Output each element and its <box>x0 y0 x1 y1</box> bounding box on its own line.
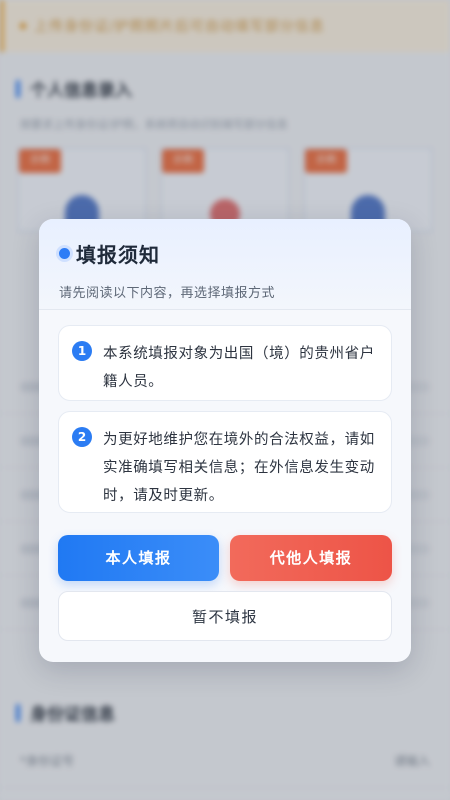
dialog-title: 填报须知 <box>76 243 160 267</box>
proxy-report-button[interactable]: 代他人填报 <box>230 535 392 581</box>
number-badge: 2 <box>72 427 92 447</box>
dialog-title-row: 填报须知 <box>59 239 411 268</box>
notice-text: 为更好地维护您在境外的合法权益，请如实准确填写相关信息；在外信息发生变动时，请及… <box>103 432 375 504</box>
skip-report-button[interactable]: 暂不填报 <box>58 591 392 641</box>
title-dot-icon <box>59 248 70 259</box>
notice-item: 2 为更好地维护您在境外的合法权益，请如实准确填写相关信息；在外信息发生变动时，… <box>58 411 392 513</box>
dialog-header: 填报须知 请先阅读以下内容，再选择填报方式 <box>39 219 411 310</box>
notice-item: 1 本系统填报对象为出国（境）的贵州省户籍人员。 <box>58 325 392 401</box>
notice-text: 本系统填报对象为出国（境）的贵州省户籍人员。 <box>103 346 375 390</box>
self-report-button[interactable]: 本人填报 <box>58 535 219 581</box>
number-badge: 1 <box>72 341 92 361</box>
dialog-subtitle: 请先阅读以下内容，再选择填报方式 <box>59 286 276 301</box>
notice-dialog: 填报须知 请先阅读以下内容，再选择填报方式 1 本系统填报对象为出国（境）的贵州… <box>39 219 411 662</box>
